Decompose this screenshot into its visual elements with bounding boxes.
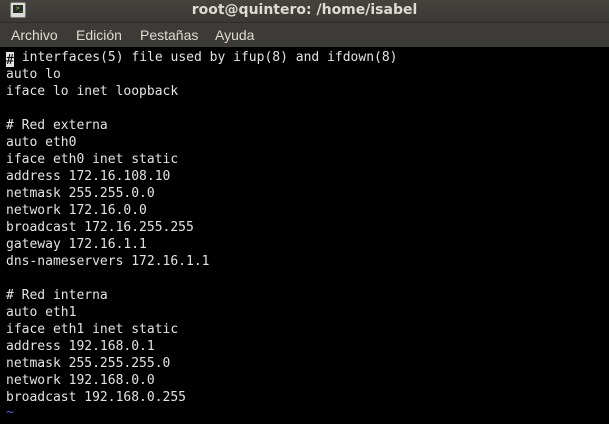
- terminal-line: netmask 255.255.255.0: [6, 356, 171, 371]
- terminal-line: auto eth1: [6, 305, 77, 320]
- menu-bar: Archivo Edición Pestañas Ayuda: [0, 23, 609, 47]
- window-title: root@quintero: /home/isabel: [191, 2, 418, 18]
- menu-edicion[interactable]: Edición: [76, 23, 122, 47]
- terminal-line-text: interfaces(5) file used by ifup(8) and i…: [14, 50, 398, 65]
- terminal-line: # Red interna: [6, 288, 108, 303]
- terminal-line: auto eth0: [6, 135, 77, 150]
- terminal-line: network 192.168.0.0: [6, 373, 155, 388]
- terminal-line: gateway 172.16.1.1: [6, 237, 147, 252]
- empty-line-tilde: ~: [6, 405, 14, 420]
- terminal-line: broadcast 172.16.255.255: [6, 220, 194, 235]
- terminal-line: # interfaces(5) file used by ifup(8) and…: [6, 49, 398, 68]
- terminal-line: address 172.16.108.10: [6, 169, 171, 184]
- terminal-line: iface eth1 inet static: [6, 322, 179, 337]
- title-bar[interactable]: >_ root@quintero: /home/isabel: [0, 0, 609, 23]
- text-cursor: #: [6, 52, 14, 68]
- terminal-line: address 192.168.0.1: [6, 339, 155, 354]
- terminal-line: iface eth0 inet static: [6, 152, 179, 167]
- terminal-line: broadcast 192.168.0.255: [6, 390, 187, 405]
- terminal-output[interactable]: # interfaces(5) file used by ifup(8) and…: [0, 47, 609, 424]
- menu-pestanas[interactable]: Pestañas: [140, 23, 198, 47]
- menu-ayuda[interactable]: Ayuda: [215, 23, 254, 47]
- terminal-line: network 172.16.0.0: [6, 203, 147, 218]
- terminal-line: # Red externa: [6, 118, 108, 133]
- terminal-line: dns-nameservers 172.16.1.1: [6, 254, 210, 269]
- terminal-line: netmask 255.255.0.0: [6, 186, 155, 201]
- terminal-window: >_ root@quintero: /home/isabel Archivo E…: [0, 0, 609, 424]
- terminal-line: auto lo: [6, 67, 61, 82]
- terminal-line: iface lo inet loopback: [6, 84, 179, 99]
- menu-archivo[interactable]: Archivo: [11, 23, 58, 47]
